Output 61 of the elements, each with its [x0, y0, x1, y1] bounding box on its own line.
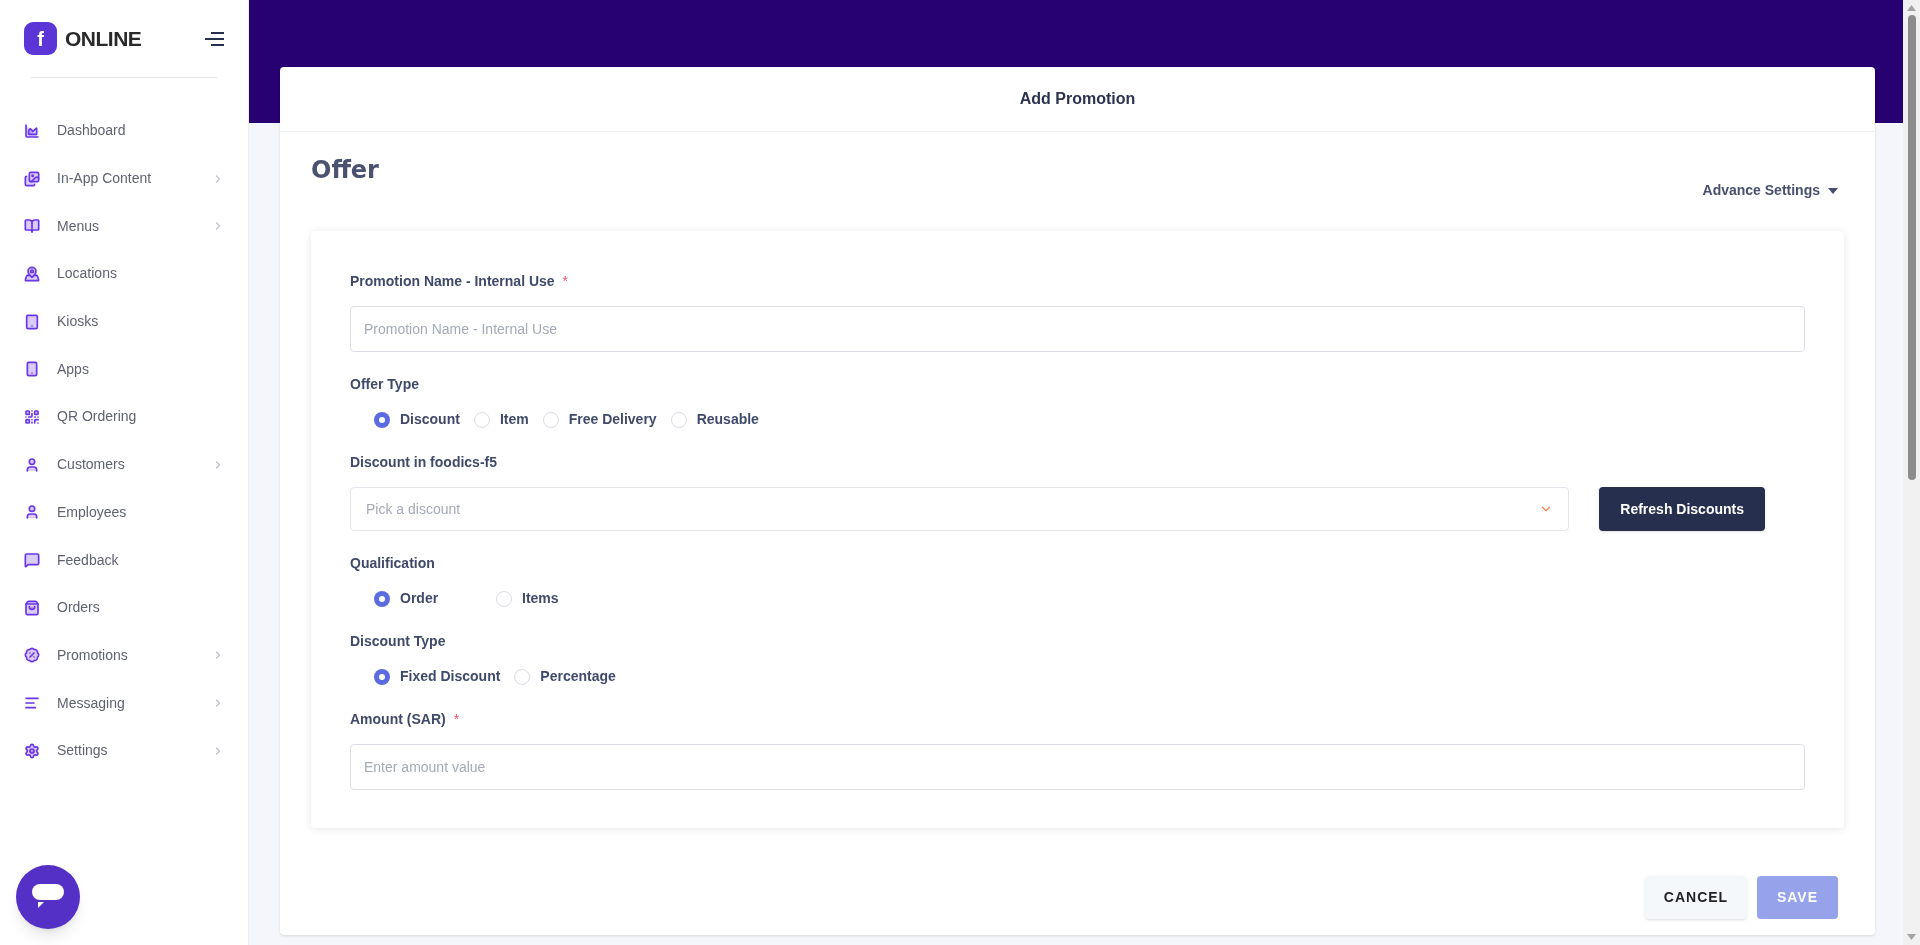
- sidebar-item[interactable]: QR Ordering: [0, 393, 248, 441]
- sidebar-item[interactable]: Kiosks: [0, 297, 248, 346]
- chat-bubble-icon: [32, 884, 64, 910]
- text-field[interactable]: Enter amount value: [350, 744, 1805, 790]
- scroll-up-icon[interactable]: [1907, 5, 1916, 11]
- radio-option[interactable]: Reusable: [670, 409, 759, 430]
- sidebar-item[interactable]: Menus: [0, 202, 248, 251]
- radio-option[interactable]: Free Delivery: [542, 409, 657, 430]
- phone-icon: [24, 361, 40, 378]
- sidebar-item[interactable]: Locations: [0, 250, 248, 298]
- section-title: Offer: [311, 155, 380, 186]
- radio-option[interactable]: Fixed Discount: [374, 666, 501, 687]
- field-label: Amount (SAR): [350, 710, 446, 729]
- scrollbar-thumb[interactable]: [1907, 15, 1916, 480]
- map-pin-icon: [24, 265, 40, 282]
- cancel-button[interactable]: CANCEL: [1645, 876, 1747, 919]
- person-icon: [24, 456, 40, 473]
- person-icon: [24, 504, 40, 521]
- bag-icon: [24, 599, 40, 616]
- sidebar-item[interactable]: Settings: [0, 726, 248, 775]
- radio-option[interactable]: Item: [473, 409, 529, 430]
- sidebar-item[interactable]: Promotions: [0, 631, 248, 680]
- scroll-down-icon[interactable]: [1907, 934, 1916, 940]
- sidebar-item[interactable]: In-App Content: [0, 154, 248, 203]
- radio-option[interactable]: Discount: [374, 409, 460, 430]
- refresh-discounts-button[interactable]: Refresh Discounts: [1599, 487, 1765, 531]
- advance-settings-dropdown[interactable]: Advance Settings: [1702, 180, 1838, 201]
- images-icon: [24, 170, 40, 187]
- text-field[interactable]: Promotion Name - Internal Use: [350, 306, 1805, 352]
- required-mark: *: [453, 710, 460, 729]
- sidebar-item[interactable]: Dashboard: [0, 107, 248, 155]
- field-label: Discount Type: [350, 632, 446, 651]
- field-label: Promotion Name - Internal Use: [350, 272, 555, 291]
- dialog-title: Add Promotion: [1019, 89, 1136, 109]
- chart-icon: [24, 122, 40, 139]
- field-label: Offer Type: [350, 375, 419, 394]
- logo-icon: f: [24, 22, 57, 55]
- qr-code-icon: [24, 408, 40, 425]
- sidebar-item[interactable]: Employees: [0, 488, 248, 537]
- chat-icon: [24, 552, 40, 569]
- percent-badge-icon: [24, 647, 40, 664]
- scrollbar[interactable]: [1903, 0, 1920, 945]
- chat-button[interactable]: [16, 865, 80, 929]
- sidebar-item[interactable]: Messaging: [0, 679, 248, 727]
- sidebar-item[interactable]: Orders: [0, 583, 248, 632]
- field-label: Discount in foodics-f5: [350, 453, 497, 472]
- brand-name: ONLINE: [65, 25, 142, 52]
- settings-icon: [24, 742, 40, 759]
- required-mark: *: [562, 272, 569, 291]
- radio-option[interactable]: Percentage: [514, 666, 616, 687]
- sidebar-item[interactable]: Apps: [0, 345, 248, 394]
- field-label: Qualification: [350, 554, 435, 573]
- lines-icon: [24, 695, 40, 712]
- sidebar-item[interactable]: Feedback: [0, 536, 248, 584]
- book-icon: [24, 218, 40, 235]
- sidebar-item[interactable]: Customers: [0, 440, 248, 489]
- radio-option[interactable]: Order: [374, 588, 482, 609]
- menu-icon[interactable]: [205, 31, 224, 46]
- tablet-icon: [24, 313, 40, 330]
- radio-option[interactable]: Items: [496, 588, 559, 609]
- caret-down-icon: [1828, 187, 1838, 194]
